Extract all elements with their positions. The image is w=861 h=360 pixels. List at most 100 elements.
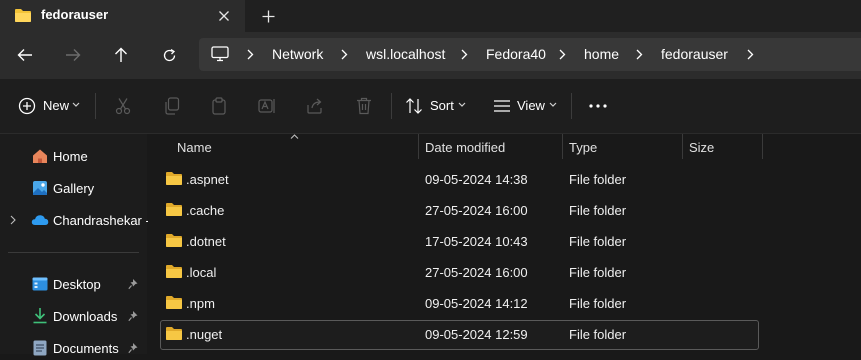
sidebar-divider — [8, 252, 139, 253]
sidebar-item-desktop[interactable]: Desktop — [0, 272, 147, 296]
file-name: .local — [186, 265, 217, 280]
tab-fedorauser[interactable] — [0, 0, 245, 32]
toolbar-divider — [571, 93, 572, 119]
view-button[interactable]: View — [517, 98, 545, 113]
sort-arrows-icon[interactable] — [402, 95, 426, 117]
cut-scissors-icon[interactable] — [111, 95, 135, 117]
up-arrow-icon[interactable] — [106, 40, 136, 70]
computer-monitor-icon[interactable] — [211, 46, 229, 62]
file-date: 27-05-2024 16:00 — [425, 203, 528, 218]
new-plus-circle-icon[interactable] — [15, 95, 39, 117]
column-header-name[interactable]: Name — [177, 140, 212, 155]
chevron-down-icon[interactable] — [72, 102, 80, 108]
column-divider[interactable] — [762, 134, 763, 159]
breadcrumb-fedora40[interactable]: Fedora40 — [486, 46, 546, 62]
sidebar-item-home[interactable]: Home — [0, 144, 147, 168]
table-row[interactable]: .npm 09-05-2024 14:12 File folder — [161, 289, 758, 317]
file-name: .npm — [186, 296, 215, 311]
column-divider[interactable] — [682, 134, 683, 159]
column-divider[interactable] — [562, 134, 563, 159]
file-name: .dotnet — [186, 234, 226, 249]
file-type: File folder — [569, 172, 627, 187]
refresh-icon[interactable] — [154, 40, 184, 70]
sidebar-item-documents[interactable]: Documents — [0, 336, 147, 360]
sidebar-item-gallery[interactable]: Gallery — [0, 176, 147, 200]
table-row[interactable]: .aspnet 09-05-2024 14:38 File folder — [161, 165, 758, 193]
file-type: File folder — [569, 234, 627, 249]
sidebar-item-label: Downloads — [53, 309, 118, 324]
folder-icon — [165, 295, 183, 310]
breadcrumb-home[interactable]: home — [584, 46, 619, 62]
sort-button[interactable]: Sort — [430, 98, 454, 113]
folder-icon — [165, 326, 183, 341]
file-date: 09-05-2024 12:59 — [425, 327, 528, 342]
folder-icon — [165, 264, 183, 279]
download-icon — [32, 307, 48, 324]
sort-ascending-caret-icon — [290, 134, 299, 139]
sidebar-item-label: Home — [53, 149, 88, 164]
gallery-icon — [32, 180, 48, 196]
file-name: .nuget — [186, 327, 223, 342]
column-header-size[interactable]: Size — [689, 140, 714, 155]
file-type: File folder — [569, 296, 627, 311]
breadcrumb-network[interactable]: Network — [272, 46, 323, 62]
more-options-ellipsis-icon[interactable] — [586, 95, 610, 117]
toolbar-divider — [391, 93, 392, 119]
pin-icon[interactable] — [128, 310, 139, 322]
file-date: 09-05-2024 14:38 — [425, 172, 528, 187]
new-button[interactable]: New — [43, 98, 69, 113]
back-arrow-icon[interactable] — [10, 40, 40, 70]
table-row[interactable]: .local 27-05-2024 16:00 File folder — [161, 258, 758, 286]
folder-icon — [165, 171, 183, 186]
pin-icon[interactable] — [128, 342, 139, 354]
new-tab-plus-icon[interactable] — [257, 5, 279, 27]
forward-arrow-icon[interactable] — [58, 40, 88, 70]
home-icon — [32, 148, 48, 164]
chevron-right-icon[interactable] — [556, 46, 568, 62]
file-date: 09-05-2024 14:12 — [425, 296, 528, 311]
sidebar-item-label: Desktop — [53, 277, 101, 292]
breadcrumb-wsl-localhost[interactable]: wsl.localhost — [366, 46, 445, 62]
sidebar-item-label: Gallery — [53, 181, 95, 196]
chevron-right-icon[interactable] — [633, 46, 645, 62]
file-type: File folder — [569, 265, 627, 280]
view-lines-icon[interactable] — [490, 95, 514, 117]
chevron-right-icon[interactable] — [10, 215, 16, 225]
table-row[interactable]: .dotnet 17-05-2024 10:43 File folder — [161, 227, 758, 255]
sidebar-item-onedrive[interactable]: Chandrashekar - — [0, 208, 150, 232]
file-date: 17-05-2024 10:43 — [425, 234, 528, 249]
close-icon[interactable] — [212, 6, 236, 26]
folder-icon — [165, 233, 183, 248]
chevron-down-icon[interactable] — [458, 102, 466, 108]
file-type: File folder — [569, 203, 627, 218]
tab-title: fedorauser — [41, 7, 109, 22]
chevron-right-icon[interactable] — [744, 46, 756, 62]
file-type: File folder — [569, 327, 627, 342]
sidebar-item-downloads[interactable]: Downloads — [0, 304, 147, 328]
table-row-focused[interactable]: .nuget 09-05-2024 12:59 File folder — [160, 320, 759, 350]
folder-icon — [14, 7, 32, 23]
chevron-right-icon[interactable] — [244, 46, 256, 62]
chevron-down-icon[interactable] — [549, 102, 557, 108]
file-date: 27-05-2024 16:00 — [425, 265, 528, 280]
column-divider[interactable] — [418, 134, 419, 159]
chevron-right-icon[interactable] — [458, 46, 470, 62]
rename-icon[interactable] — [255, 95, 279, 117]
column-header-type[interactable]: Type — [569, 140, 597, 155]
folder-icon — [165, 202, 183, 217]
breadcrumb-fedorauser[interactable]: fedorauser — [661, 46, 728, 62]
sidebar-item-label: Chandrashekar - — [53, 213, 150, 228]
toolbar-divider — [95, 93, 96, 119]
delete-trash-icon[interactable] — [352, 95, 376, 117]
desktop-icon — [32, 277, 48, 291]
table-row[interactable]: .cache 27-05-2024 16:00 File folder — [161, 196, 758, 224]
paste-clipboard-icon[interactable] — [207, 95, 231, 117]
onedrive-cloud-icon — [31, 214, 49, 226]
pin-icon[interactable] — [128, 278, 139, 290]
chevron-right-icon[interactable] — [338, 46, 350, 62]
file-name: .aspnet — [186, 172, 229, 187]
column-header-date-modified[interactable]: Date modified — [425, 140, 505, 155]
file-name: .cache — [186, 203, 225, 218]
copy-icon[interactable] — [160, 95, 184, 117]
share-icon[interactable] — [303, 95, 327, 117]
